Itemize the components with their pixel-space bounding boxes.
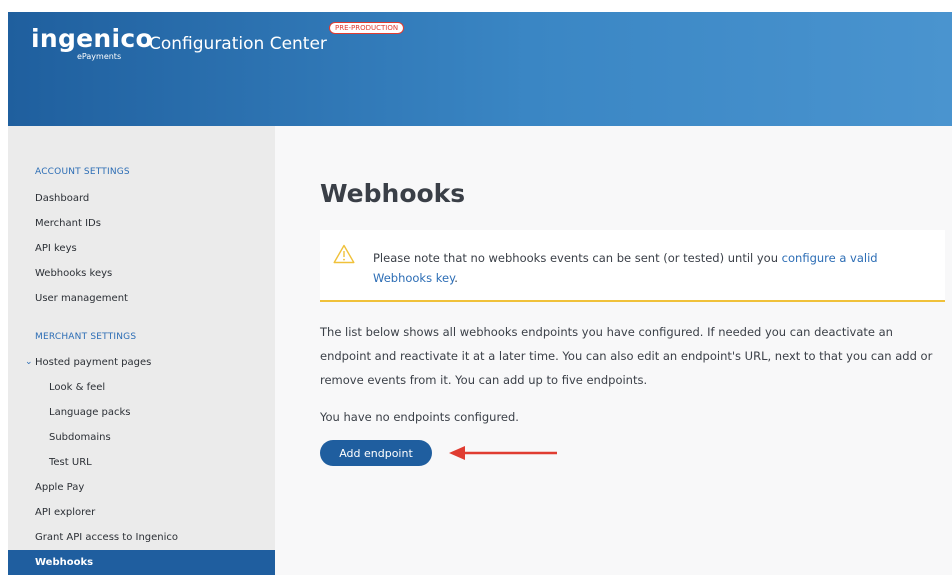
- notice-text: Please note that no webhooks events can …: [373, 248, 928, 288]
- add-endpoint-button[interactable]: Add endpoint: [320, 440, 432, 466]
- logo-subtitle: ePayments: [77, 52, 122, 61]
- sidebar-item-webhooks[interactable]: Webhooks: [8, 550, 275, 575]
- sidebar-item-api-explorer[interactable]: API explorer: [35, 507, 95, 518]
- sidebar-item-grant-api-access[interactable]: Grant API access to Ingenico: [35, 532, 178, 543]
- sidebar-item-webhooks-keys[interactable]: Webhooks keys: [35, 268, 112, 279]
- app-title: Configuration Center: [149, 34, 327, 54]
- warning-icon: [333, 244, 355, 264]
- chevron-down-icon[interactable]: ⌄: [25, 357, 33, 367]
- sidebar-item-apple-pay[interactable]: Apple Pay: [35, 482, 84, 493]
- sidebar-item-dashboard[interactable]: Dashboard: [35, 193, 89, 204]
- sidebar: ACCOUNT SETTINGS Dashboard Merchant IDs …: [8, 126, 275, 575]
- sidebar-item-api-keys[interactable]: API keys: [35, 243, 77, 254]
- sidebar-item-language-packs[interactable]: Language packs: [49, 407, 131, 418]
- sidebar-section-account: ACCOUNT SETTINGS: [35, 167, 130, 177]
- arrow-left-icon: [449, 446, 557, 460]
- warning-notice: Please note that no webhooks events can …: [320, 230, 945, 302]
- app-header: ingenico ePayments Configuration Center …: [8, 12, 952, 126]
- sidebar-item-merchant-ids[interactable]: Merchant IDs: [35, 218, 101, 229]
- environment-badge: PRE-PRODUCTION: [329, 22, 405, 34]
- logo-wordmark: ingenico: [31, 24, 153, 53]
- sidebar-item-hosted-payment-pages[interactable]: ⌄ Hosted payment pages: [25, 357, 152, 368]
- sidebar-item-label: Hosted payment pages: [35, 357, 152, 368]
- ingenico-logo[interactable]: ingenico ePayments: [31, 24, 153, 62]
- sidebar-section-merchant: MERCHANT SETTINGS: [35, 332, 137, 342]
- main-content: Webhooks Please note that no webhooks ev…: [275, 126, 952, 575]
- webhooks-description: The list below shows all webhooks endpoi…: [320, 325, 933, 387]
- sidebar-item-test-url[interactable]: Test URL: [49, 457, 92, 468]
- sidebar-item-subdomains[interactable]: Subdomains: [49, 432, 111, 443]
- sidebar-item-look-and-feel[interactable]: Look & feel: [49, 382, 105, 393]
- notice-period: .: [454, 271, 458, 285]
- sidebar-item-user-management[interactable]: User management: [35, 293, 128, 304]
- notice-message: Please note that no webhooks events can …: [373, 251, 782, 265]
- empty-endpoints-message: You have no endpoints configured.: [320, 410, 519, 424]
- page-title: Webhooks: [320, 179, 466, 208]
